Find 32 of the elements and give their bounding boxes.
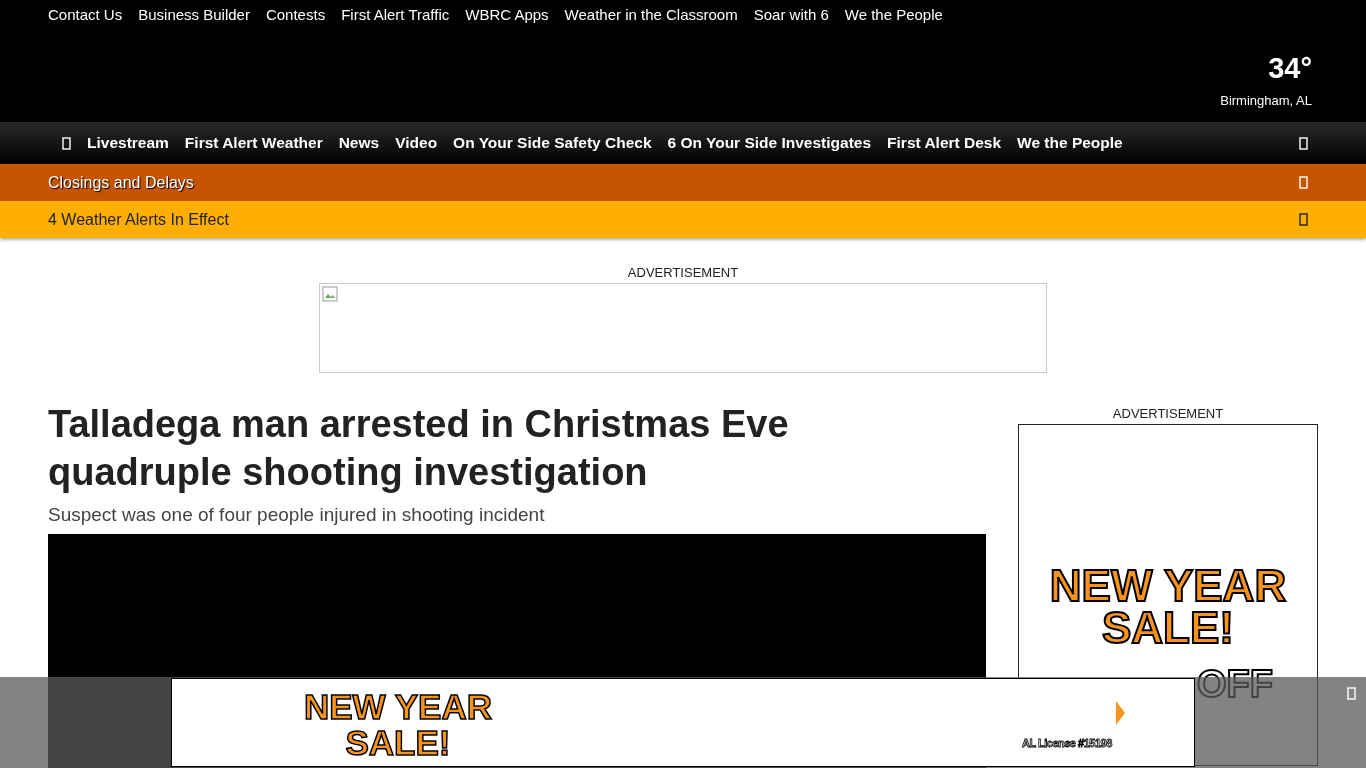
alert-bar[interactable]: Closings and Delays	[0, 164, 1366, 201]
temperature: 34°	[1267, 52, 1312, 85]
location: Birmingham, AL	[1220, 93, 1312, 108]
nav-link[interactable]: On Your Side Safety Check	[453, 134, 652, 152]
subheadline: Suspect was one of four people injured in shooting incident	[48, 504, 546, 526]
nav-link[interactable]: First Alert Weather	[184, 134, 323, 152]
alert-label: Closings and Delays	[48, 173, 194, 192]
ad-label: ADVERTISEMENT	[626, 265, 740, 280]
headline: Talladega man arrested in Christmas Eve quadruple shooting investigation	[48, 402, 790, 495]
nav-link[interactable]: First Alert Desk	[887, 134, 1002, 152]
broken-image-icon	[322, 286, 338, 302]
alert-bar[interactable]: 4 Weather Alerts In Effect	[0, 201, 1366, 238]
top-link[interactable]: Soar with 6	[753, 6, 829, 23]
top-link[interactable]: Weather in the Classroom	[564, 6, 738, 23]
nav-link[interactable]: Video	[395, 134, 438, 152]
ad-label: ADVERTISEMENT	[1111, 406, 1225, 421]
nav-link[interactable]: Livestream	[87, 134, 169, 152]
top-link[interactable]: Contests	[265, 6, 326, 23]
nav-link[interactable]: News	[338, 134, 380, 152]
top-link[interactable]: First Alert Traffic	[341, 6, 450, 23]
nav-link[interactable]: 6 On Your Side Investigates	[667, 134, 872, 152]
ad-headline: NEW YEAR SALE!	[1048, 565, 1288, 649]
top-link[interactable]: Business Builder	[138, 6, 250, 23]
top-link[interactable]: WBRC Apps	[465, 6, 549, 23]
arrow-icon	[1116, 701, 1125, 725]
ad-headline: NEW YEAR SALE!	[304, 689, 492, 761]
alert-label: 4 Weather Alerts In Effect	[48, 210, 229, 229]
bottom-ad-banner[interactable]: NEW YEAR SALE! AL License #15198	[171, 678, 1195, 767]
top-link[interactable]: Contact Us	[48, 6, 123, 23]
nav-link[interactable]: We the People	[1017, 134, 1123, 152]
license-text: AL License #15198	[1022, 737, 1112, 749]
top-link[interactable]: We the People	[844, 6, 943, 23]
